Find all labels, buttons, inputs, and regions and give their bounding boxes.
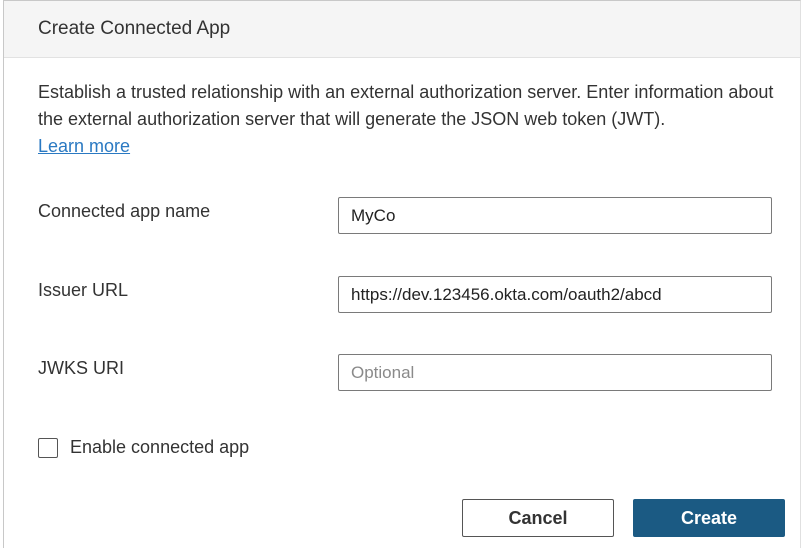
enable-connected-app-checkbox[interactable]	[38, 437, 58, 458]
jwks-uri-row: JWKS URI	[38, 354, 778, 394]
app-name-label: Connected app name	[38, 201, 211, 221]
create-button[interactable]: Create	[633, 499, 785, 537]
app-name-input[interactable]	[338, 197, 772, 234]
jwks-uri-label: JWKS URI	[38, 358, 125, 378]
issuer-url-label: Issuer URL	[38, 280, 129, 300]
enable-connected-app-row[interactable]: Enable connected app	[38, 437, 249, 458]
description-text: Establish a trusted relationship with an…	[38, 82, 774, 129]
dialog-title: Create Connected App	[38, 18, 231, 39]
learn-more-link[interactable]: Learn more	[38, 136, 130, 156]
jwks-uri-input[interactable]	[338, 354, 772, 391]
issuer-url-input[interactable]	[338, 276, 772, 313]
dialog-description: Establish a trusted relationship with an…	[38, 79, 793, 160]
issuer-url-row: Issuer URL	[38, 276, 778, 316]
dialog-header: Create Connected App	[4, 1, 800, 58]
create-connected-app-dialog: Create Connected App Establish a trusted…	[3, 0, 801, 548]
enable-connected-app-label[interactable]: Enable connected app	[70, 437, 249, 458]
app-name-row: Connected app name	[38, 197, 778, 237]
cancel-button[interactable]: Cancel	[462, 499, 614, 537]
